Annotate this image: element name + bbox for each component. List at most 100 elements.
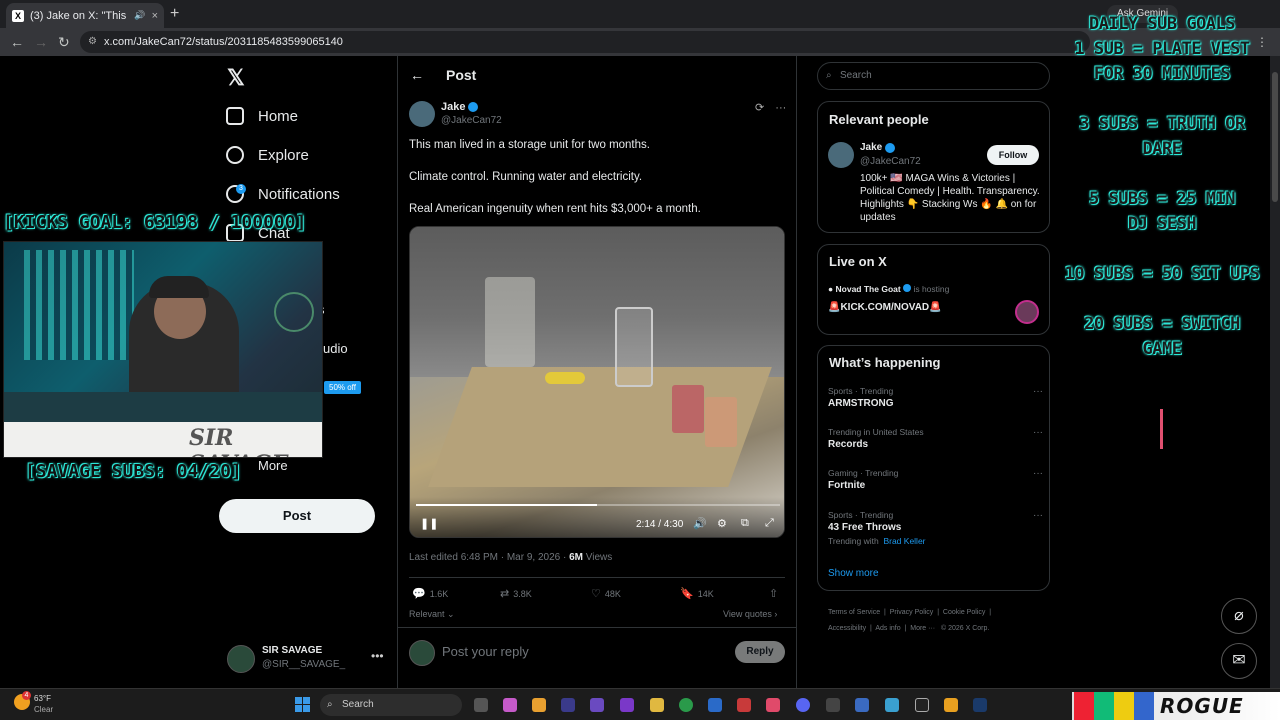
- footer-link[interactable]: Cookie Policy: [943, 609, 985, 616]
- bookmark-icon: 🔖: [680, 588, 694, 600]
- app-icon[interactable]: [708, 698, 722, 712]
- settings-gear-icon[interactable]: ⚙: [717, 517, 727, 530]
- trend-item[interactable]: Gaming · Trending Fortnite ···: [828, 468, 1043, 491]
- my-avatar: [409, 640, 435, 666]
- app-icon[interactable]: [590, 698, 604, 712]
- more-dots-icon[interactable]: ···: [1033, 427, 1043, 438]
- new-tab-button[interactable]: +: [170, 5, 179, 23]
- reload-icon[interactable]: ↻: [58, 34, 70, 51]
- share-button[interactable]: ⇧: [769, 587, 778, 600]
- discord-icon[interactable]: [796, 698, 810, 712]
- search-icon: [226, 146, 244, 164]
- footer-link[interactable]: Ads info: [875, 625, 900, 632]
- trend-item[interactable]: Sports · Trending 43 Free Throws Trendin…: [828, 510, 1043, 546]
- footer-link[interactable]: More ···: [910, 625, 935, 632]
- like-stat[interactable]: ♡ 48K: [591, 587, 621, 600]
- chrome-icon[interactable]: [679, 698, 693, 712]
- scrollbar-thumb[interactable]: [1272, 72, 1278, 202]
- trend-category: Sports · Trending: [828, 510, 894, 520]
- back-arrow-icon[interactable]: ←: [10, 34, 24, 50]
- weather-badge: 4: [22, 691, 31, 700]
- post-button[interactable]: Post: [219, 499, 375, 533]
- person-name[interactable]: Jake: [860, 142, 896, 153]
- scrollbar[interactable]: [1270, 56, 1280, 688]
- goal-item: 20 SUBS = SWITCH GAME: [1084, 314, 1240, 359]
- footer-link[interactable]: Accessibility: [828, 625, 866, 632]
- app-icon[interactable]: [885, 698, 899, 712]
- pause-icon[interactable]: ❚❚: [420, 517, 438, 530]
- reply-button[interactable]: Reply: [735, 641, 785, 663]
- nav-notifications-label: Notifications: [258, 185, 340, 203]
- file-explorer-icon[interactable]: [650, 698, 664, 712]
- host-name: Novad The Goat: [835, 284, 901, 294]
- footer-link[interactable]: Terms of Service: [828, 609, 880, 616]
- messages-fab-icon[interactable]: ✉: [1221, 643, 1257, 679]
- app-icon[interactable]: [737, 698, 751, 712]
- repost-icon: ⇄: [500, 588, 510, 600]
- trending-with-link[interactable]: Brad Keller: [883, 536, 925, 546]
- trend-item[interactable]: Sports · Trending ARMSTRONG ···: [828, 386, 1043, 409]
- author-avatar[interactable]: [409, 101, 435, 127]
- more-dots-icon[interactable]: ···: [1033, 468, 1043, 479]
- more-dots-icon[interactable]: ···: [1033, 386, 1043, 397]
- copilot-icon[interactable]: [503, 698, 517, 712]
- obs-icon[interactable]: [915, 698, 929, 712]
- bookmark-stat[interactable]: 🔖 14K: [680, 587, 714, 600]
- author-handle[interactable]: @JakeCan72: [441, 115, 502, 126]
- more-dots-icon[interactable]: ···: [1033, 510, 1043, 521]
- back-arrow-icon[interactable]: ←: [410, 67, 424, 83]
- grok-fab-icon[interactable]: ⌀: [1221, 598, 1257, 634]
- live-avatar[interactable]: [1015, 300, 1039, 324]
- person-handle[interactable]: @JakeCan72: [860, 156, 921, 167]
- footer-link[interactable]: Privacy Policy: [890, 609, 934, 616]
- x-logo-icon[interactable]: 𝕏: [227, 65, 245, 91]
- sort-replies-dropdown[interactable]: Relevant ⌄: [409, 609, 455, 620]
- picture-in-picture-icon[interactable]: ⧉: [741, 517, 749, 530]
- url-input[interactable]: ⚙ x.com/JakeCan72/status/203118548359906…: [80, 31, 1090, 53]
- capcut-icon[interactable]: [826, 698, 840, 712]
- live-host[interactable]: ● Novad The Goat is hosting: [828, 284, 949, 294]
- app-icon[interactable]: [766, 698, 780, 712]
- browser-tab[interactable]: X (3) Jake on X: "This man live 🔊 ×: [6, 3, 164, 28]
- live-stream-title[interactable]: 🚨KICK.COM/NOVAD🚨: [828, 302, 942, 313]
- weather-condition: Clear: [34, 705, 54, 714]
- person-name-text: Jake: [860, 142, 883, 153]
- person-avatar[interactable]: [828, 142, 854, 168]
- fullscreen-icon[interactable]: ⤢: [765, 517, 774, 530]
- author-name[interactable]: Jake: [441, 101, 479, 113]
- more-dots-icon[interactable]: ···: [775, 102, 786, 114]
- site-info-icon[interactable]: ⚙: [88, 31, 97, 53]
- follow-button[interactable]: Follow: [987, 145, 1039, 165]
- grok-icon[interactable]: ⟳: [755, 102, 764, 114]
- app-icon[interactable]: [532, 698, 546, 712]
- forward-arrow-icon[interactable]: →: [34, 34, 48, 50]
- app-icon[interactable]: [855, 698, 869, 712]
- reply-stat[interactable]: 💬 1.6K: [412, 587, 448, 600]
- search-input[interactable]: ⌕ Search: [817, 62, 1050, 90]
- view-quotes-link[interactable]: View quotes ›: [723, 609, 777, 619]
- start-icon[interactable]: [295, 697, 310, 712]
- nav-home[interactable]: Home: [226, 107, 298, 125]
- nav-partial-label-2[interactable]: udio: [323, 341, 348, 356]
- video-player[interactable]: ❚❚ 2:14 / 4:30 🔊 ⚙ ⧉ ⤢: [409, 226, 785, 538]
- video-progress-bar[interactable]: [416, 504, 780, 506]
- close-tab-icon[interactable]: ×: [152, 10, 158, 22]
- app-icon[interactable]: [561, 698, 575, 712]
- nav-explore[interactable]: Explore: [226, 146, 309, 164]
- trend-item[interactable]: Trending in United States Records ···: [828, 427, 1043, 450]
- goal-spacer: [1064, 237, 1260, 262]
- app-icon[interactable]: [620, 698, 634, 712]
- post-timestamp[interactable]: Last edited 6:48 PM · Mar 9, 2026 ·: [409, 552, 569, 563]
- account-switcher[interactable]: SIR SAVAGE @SIR__SAVAGE_ •••: [227, 643, 387, 675]
- speaker-icon[interactable]: 🔊: [134, 10, 145, 21]
- taskbar-search[interactable]: ⌕ Search: [320, 694, 462, 716]
- repost-stat[interactable]: ⇄ 3.8K: [500, 587, 532, 600]
- reply-input[interactable]: Post your reply: [442, 644, 529, 659]
- app-icon[interactable]: [944, 698, 958, 712]
- weather-temp[interactable]: 63°F: [34, 694, 51, 703]
- show-more-link[interactable]: Show more: [828, 568, 879, 579]
- steam-icon[interactable]: [973, 698, 987, 712]
- task-view-icon[interactable]: [474, 698, 488, 712]
- volume-icon[interactable]: 🔊: [693, 517, 707, 530]
- nav-more-label[interactable]: More: [258, 458, 288, 473]
